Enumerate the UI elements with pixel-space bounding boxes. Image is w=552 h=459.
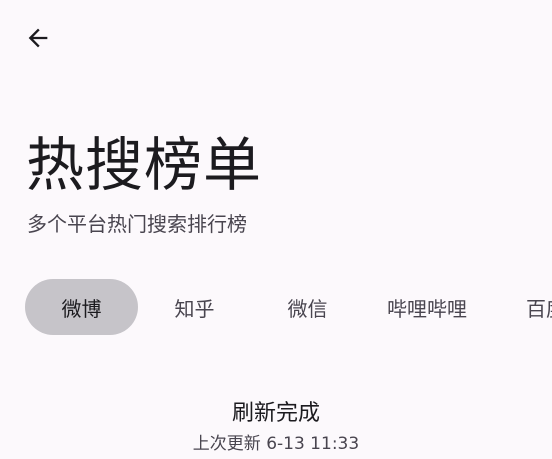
platform-tabs: 微博 知乎 微信 哔哩哔哩 百度 — [0, 279, 552, 335]
tab-weibo[interactable]: 微博 — [25, 279, 138, 335]
back-button[interactable] — [18, 18, 58, 58]
tab-label: 微博 — [61, 296, 102, 321]
page-title: 热搜榜单 — [26, 131, 263, 199]
tab-label: 哔哩哔哩 — [387, 296, 467, 321]
arrow-left-icon — [24, 24, 52, 52]
last-updated-time: 上次更新 6-13 11:33 — [192, 434, 360, 454]
page-subtitle: 多个平台热门搜索排行榜 — [27, 212, 247, 236]
tab-wechat[interactable]: 微信 — [251, 279, 364, 335]
refresh-status: 刷新完成 — [231, 401, 320, 426]
tab-baidu[interactable]: 百度 — [512, 279, 552, 335]
tab-label: 百度 — [526, 296, 552, 321]
tab-zhihu[interactable]: 知乎 — [138, 279, 251, 335]
tab-label: 微信 — [287, 296, 328, 321]
tab-label: 知乎 — [174, 296, 215, 321]
tab-bilibili[interactable]: 哔哩哔哩 — [372, 279, 482, 335]
